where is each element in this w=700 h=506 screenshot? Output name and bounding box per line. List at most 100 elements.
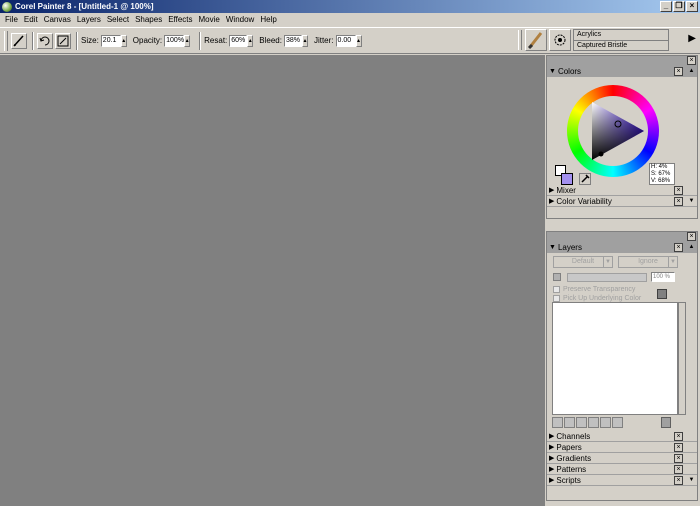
papers-close-icon[interactable]: × [674,443,683,452]
pick-up-color-checkbox[interactable] [553,295,560,302]
brush-category-icon[interactable] [525,29,547,51]
composite-method-dropdown[interactable]: Default ▼ [553,256,613,268]
patterns-close-icon[interactable]: × [674,465,683,474]
brush-variant-icon[interactable] [549,29,571,51]
gradients-close-icon[interactable]: × [674,454,683,463]
collapse-triangle-icon[interactable]: ▶ [549,465,554,473]
main-color-swatch[interactable] [561,173,573,185]
collapse-triangle-icon[interactable]: ▶ [549,186,554,194]
reset-tool-icon[interactable] [37,32,53,49]
collapse-triangle-icon[interactable]: ▶ [549,197,554,205]
collapse-triangle-icon[interactable]: ▶ [549,432,554,440]
scroll-up-icon[interactable]: ▲ [687,243,696,252]
canvas-area[interactable] [0,55,545,506]
pick-up-color-row[interactable]: Pick Up Underlying Color [553,295,641,302]
new-watercolor-layer-icon[interactable] [612,417,623,428]
palette-group-titlebar[interactable]: × [547,56,697,66]
palette-group-close-icon[interactable]: × [687,56,696,65]
preserve-transparency-checkbox[interactable] [553,286,560,293]
layer-commands-icon[interactable] [552,417,563,428]
composite-method-value: Default [571,258,595,265]
new-group-icon[interactable] [600,417,611,428]
scripts-section-title: Scripts [556,475,581,485]
preserve-transparency-row[interactable]: Preserve Transparency [553,286,635,293]
create-layer-mask-icon[interactable] [576,417,587,428]
clone-color-icon[interactable] [579,173,591,185]
new-layer-icon[interactable] [588,417,599,428]
expand-triangle-icon[interactable]: ▼ [549,244,556,251]
collapse-triangle-icon[interactable]: ▶ [549,443,554,451]
resat-slider-button[interactable]: ▴ [247,34,254,47]
scripts-section-header[interactable]: ▶ Scripts × ▼ [547,475,697,486]
patterns-section-header[interactable]: ▶ Patterns × [547,464,697,475]
toolbar-grip[interactable] [4,30,8,51]
layer-list[interactable] [552,302,678,415]
menu-bar: File Edit Canvas Layers Select Shapes Ef… [0,13,700,26]
delete-layer-icon[interactable] [661,417,671,428]
mixer-section-header[interactable]: ▶ Mixer × [547,185,697,196]
layers-section-header[interactable]: ▼ Layers × ▲ [547,242,697,253]
brush-selector: Acrylics Captured Bristle [518,28,669,52]
menu-shapes[interactable]: Shapes [132,15,165,24]
toolbar-more-arrow-icon[interactable]: ▶ [688,33,696,44]
bleed-slider-button[interactable]: ▴ [301,34,308,47]
size-slider-button[interactable]: ▴ [120,34,127,47]
opacity-slider-button[interactable]: ▴ [184,34,191,47]
jitter-field: Jitter: 0.00 ▴ [314,34,362,47]
composite-depth-dropdown[interactable]: Ignore ▼ [618,256,678,268]
collapse-triangle-icon[interactable]: ▶ [549,476,554,484]
menu-file[interactable]: File [2,15,21,24]
dynamic-plugins-icon[interactable] [564,417,575,428]
menu-help[interactable]: Help [257,15,279,24]
palette-group-close-icon[interactable]: × [687,232,696,241]
minimize-button[interactable]: _ [660,1,672,12]
lock-layer-icon[interactable] [657,289,667,299]
size-label: Size: [81,36,99,45]
close-button[interactable]: × [686,1,698,12]
color-variability-section-title: Color Variability [556,196,612,206]
opacity-input[interactable]: 100% [164,34,185,47]
channels-close-icon[interactable]: × [674,432,683,441]
scroll-down-icon[interactable]: ▼ [687,197,696,206]
scroll-up-icon[interactable]: ▲ [687,67,696,76]
bleed-input[interactable]: 38% [283,34,302,47]
menu-select[interactable]: Select [104,15,132,24]
layers-close-icon[interactable]: × [674,243,683,252]
colors-close-icon[interactable]: × [674,67,683,76]
mixer-close-icon[interactable]: × [674,186,683,195]
layer-opacity-input[interactable]: 100 % [651,272,675,282]
palette-group-titlebar[interactable]: × [547,232,697,242]
scripts-close-icon[interactable]: × [674,476,683,485]
brush-tool-icon[interactable] [11,32,27,49]
hue-picker-icon [598,151,604,157]
jitter-input[interactable]: 0.00 [335,34,356,47]
collapse-triangle-icon[interactable]: ▶ [549,454,554,462]
hue-ring[interactable] [567,85,659,177]
papers-section-header[interactable]: ▶ Papers × [547,442,697,453]
gradients-section-header[interactable]: ▶ Gradients × [547,453,697,464]
layer-opacity-slider[interactable] [567,273,647,282]
color-variability-close-icon[interactable]: × [674,197,683,206]
restore-button[interactable]: ❐ [673,1,685,12]
scroll-down-icon[interactable]: ▼ [687,476,696,485]
menu-layers[interactable]: Layers [74,15,104,24]
brush-name-box[interactable]: Acrylics Captured Bristle [573,29,669,51]
expand-triangle-icon[interactable]: ▼ [549,68,556,75]
size-input[interactable]: 20.1 [100,34,121,47]
saturation-value-triangle[interactable] [578,96,648,166]
resat-input[interactable]: 60% [229,34,248,47]
menu-canvas[interactable]: Canvas [41,15,74,24]
layer-tools [552,417,623,428]
stroke-type-icon[interactable] [55,32,71,49]
menu-window[interactable]: Window [223,15,257,24]
painter-app-icon[interactable] [2,1,12,12]
colors-section-header[interactable]: ▼ Colors × ▲ [547,66,697,77]
menu-movie[interactable]: Movie [196,15,223,24]
jitter-slider-button[interactable]: ▴ [355,34,362,47]
color-variability-section-header[interactable]: ▶ Color Variability × ▼ [547,196,697,207]
channels-section-header[interactable]: ▶ Channels × [547,431,697,442]
layer-list-scrollbar[interactable] [678,302,686,415]
menu-edit[interactable]: Edit [21,15,41,24]
brush-selector-grip[interactable] [518,30,522,50]
menu-effects[interactable]: Effects [165,15,195,24]
